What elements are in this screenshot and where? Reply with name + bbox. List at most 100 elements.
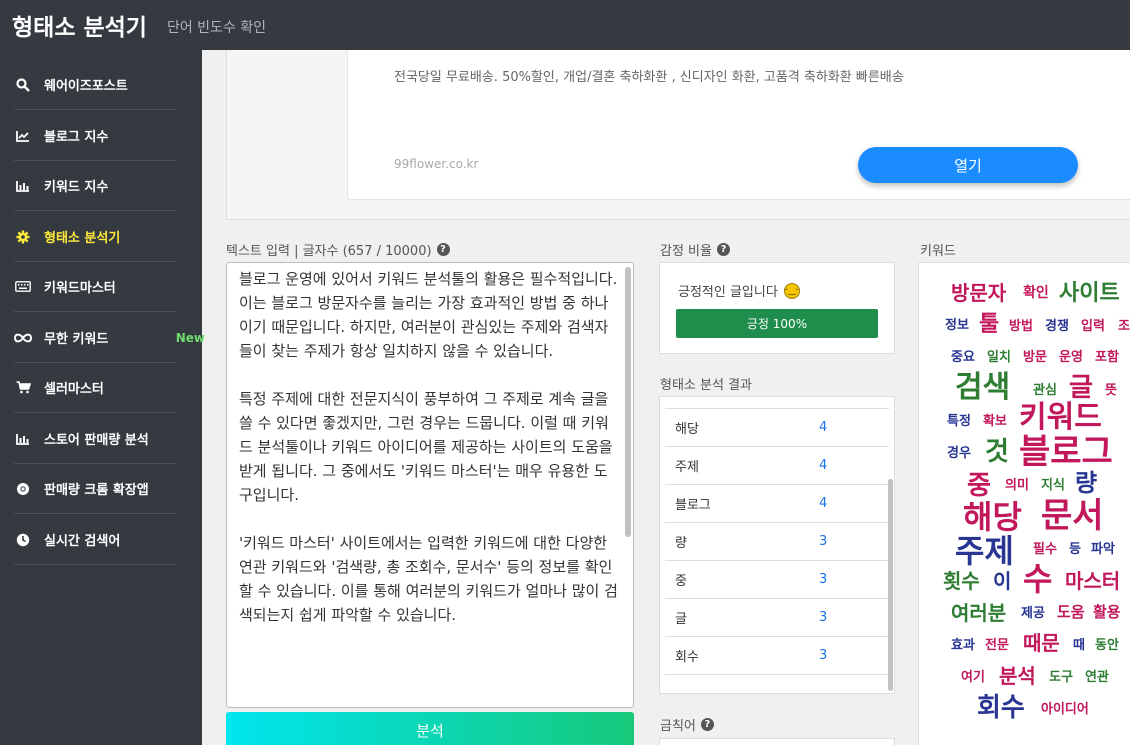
cloud-word: 방문: [1023, 350, 1047, 365]
sidebar-item-chrome-extension[interactable]: 판매량 크롬 확장앱: [14, 464, 177, 514]
stopword-label: 금칙어 ?: [660, 715, 714, 734]
cloud-word: 방법: [1009, 319, 1033, 334]
morph-word: 블로그: [675, 498, 711, 513]
sidebar-item-label: 실시간 검색어: [44, 534, 121, 549]
morph-count: 3: [819, 572, 828, 587]
line-chart-icon: [14, 127, 32, 145]
cloud-word: 때: [1073, 638, 1085, 653]
cloud-word: 확보: [983, 414, 1007, 429]
clock-icon: [14, 531, 32, 549]
stopword-label-text: 금칙어: [660, 719, 696, 734]
cloud-word: 글: [1069, 373, 1093, 403]
table-row: 회수 3: [665, 637, 889, 675]
ad-text: 전국당일 무료배송. 50%할인, 개업/결혼 축하화환 , 신디자인 화환, …: [394, 70, 904, 85]
sidebar-item-label: 키워드 지수: [44, 180, 109, 195]
cloud-word: 운영: [1059, 350, 1083, 365]
ad-card[interactable]: 전국당일 무료배송. 50%할인, 개업/결혼 축하화환 , 신디자인 화환, …: [347, 50, 1130, 200]
cloud-word: 뜻: [1105, 383, 1117, 398]
sidebar-item-keyword-index[interactable]: 키워드 지수: [14, 161, 177, 211]
cloud-word: 키워드: [1019, 400, 1102, 435]
cloud-word: 활용: [1093, 603, 1121, 621]
stopword-input[interactable]: [659, 738, 895, 745]
text-paragraph: '키워드 마스터' 사이트에서는 입력한 키워드에 대한 다양한 연관 키워드와…: [239, 534, 618, 624]
cloud-word: 방문자: [951, 281, 1007, 305]
cloud-word: 조: [1118, 319, 1130, 334]
cloud-word: 문서: [1041, 496, 1104, 536]
cloud-word: 관심: [1033, 383, 1057, 398]
sidebar-item-label: 블로그 지수: [44, 130, 109, 145]
search-icon: [14, 76, 32, 94]
text-input-label-text: 텍스트 입력 | 글자수 (657 / 10000): [226, 244, 432, 259]
sidebar-item-label: 스토어 판매량 분석: [44, 433, 149, 448]
text-input-content[interactable]: 블로그 운영에 있어서 키워드 분석툴의 활용은 필수적입니다. 이는 블로그 …: [239, 267, 619, 651]
table-row: 블로그 4: [665, 485, 889, 523]
ad-area: 전국당일 무료배송. 50%할인, 개업/결혼 축하화환 , 신디자인 화환, …: [226, 50, 1130, 220]
cloud-word: 파악: [1091, 542, 1115, 557]
sidebar-item-morpheme-analyzer[interactable]: 형태소 분석기: [14, 212, 177, 262]
morph-table-scrollbar[interactable]: [888, 479, 893, 691]
text-paragraph: 특정 주제에 대한 전문지식이 풍부하여 그 주제로 계속 글을 쓸 수 있다면…: [239, 390, 613, 504]
help-icon[interactable]: ?: [700, 718, 714, 731]
analyze-button[interactable]: 분석: [226, 712, 634, 745]
cloud-word: 사이트: [1059, 280, 1120, 306]
sidebar-item-blog-index[interactable]: 블로그 지수: [14, 111, 177, 161]
sidebar-item-label: 형태소 분석기: [44, 231, 121, 246]
cloud-label-text: 키워드: [920, 244, 956, 259]
cloud-label: 키워드: [920, 240, 956, 259]
cloud-word: 지식: [1041, 478, 1065, 493]
sidebar-item-realtime-search[interactable]: 실시간 검색어: [14, 515, 177, 565]
cloud-word: 때문: [1023, 631, 1060, 655]
morph-label: 형태소 분석 결과: [660, 374, 752, 393]
morph-word: 주제: [675, 460, 699, 475]
emotion-label-text: 감정 비율: [660, 244, 712, 259]
sidebar-item-seller-master[interactable]: 셀러마스터: [14, 363, 177, 413]
morph-count: 3: [819, 648, 828, 663]
morph-word: 해당: [675, 422, 699, 437]
morph-word: 중: [675, 574, 687, 589]
cloud-word: 제공: [1021, 606, 1045, 621]
morph-count: 4: [819, 496, 828, 511]
text-input-scrollbar[interactable]: [625, 267, 631, 537]
app-title: 형태소 분석기: [12, 15, 147, 41]
cloud-word: 도구: [1049, 670, 1073, 685]
table-row: 중 3: [665, 561, 889, 599]
sidebar-item-label: 셀러마스터: [44, 382, 104, 397]
morph-count: 3: [819, 610, 828, 625]
emotion-result: 긍정적인 글입니다 ᵕ‿ᵕ: [678, 281, 800, 300]
cloud-word: 중요: [951, 350, 975, 365]
cloud-word: 블로그: [1019, 432, 1113, 472]
cloud-word: 필수: [1033, 542, 1057, 557]
ad-open-button[interactable]: 열기: [858, 147, 1078, 183]
cloud-word: 중: [967, 471, 991, 501]
sidebar-item-store-sales[interactable]: 스토어 판매량 분석: [14, 414, 177, 464]
smile-emoji-icon: ᵕ‿ᵕ: [783, 282, 800, 299]
cloud-word: 해당: [963, 498, 1022, 536]
help-icon[interactable]: ?: [436, 243, 450, 256]
cloud-word: 일치: [987, 350, 1011, 365]
table-row: 주제 4: [665, 447, 889, 485]
cloud-word: 여기: [961, 670, 985, 685]
cloud-word: 회수: [977, 693, 1025, 723]
new-badge: New: [175, 330, 205, 345]
cloud-word: 확인: [1023, 285, 1049, 301]
sidebar-item-label: 판매량 크롬 확장앱: [44, 483, 149, 498]
text-input-label: 텍스트 입력 | 글자수 (657 / 10000) ?: [226, 240, 450, 259]
table-row: 글 3: [665, 599, 889, 637]
morph-word: 량: [675, 536, 687, 551]
sidebar-item-whereispost[interactable]: 웨어이즈포스트: [14, 60, 177, 110]
top-bar: 형태소 분석기 단어 빈도수 확인: [0, 0, 1130, 50]
morph-label-text: 형태소 분석 결과: [660, 378, 752, 393]
sidebar-item-keyword-master[interactable]: 키워드마스터: [14, 262, 177, 312]
cloud-word: 수: [1023, 560, 1053, 598]
morph-word: 회수: [675, 650, 699, 665]
text-input-area[interactable]: 블로그 운영에 있어서 키워드 분석툴의 활용은 필수적입니다. 이는 블로그 …: [226, 262, 634, 708]
cloud-word: 전문: [985, 638, 1009, 653]
cloud-word: 분석: [999, 664, 1036, 688]
sidebar: 웨어이즈포스트 블로그 지수 키워드 지수 형태소 분석기 키워드마스터 무한 …: [0, 50, 205, 745]
help-icon[interactable]: ?: [716, 243, 730, 256]
sidebar-item-infinite-keyword[interactable]: 무한 키워드 New: [14, 313, 205, 363]
word-cloud: 방문자 확인 사이트 정보 툴 방법 경쟁 입력 조 중요 일치 방문 운영 포…: [918, 262, 1130, 745]
cloud-word: 경쟁: [1045, 319, 1069, 334]
emotion-result-text: 긍정적인 글입니다: [678, 285, 778, 300]
morph-result-table: 해당 4 주제 4 블로그 4 량 3 중 3 글 3 회수 3: [659, 396, 895, 694]
